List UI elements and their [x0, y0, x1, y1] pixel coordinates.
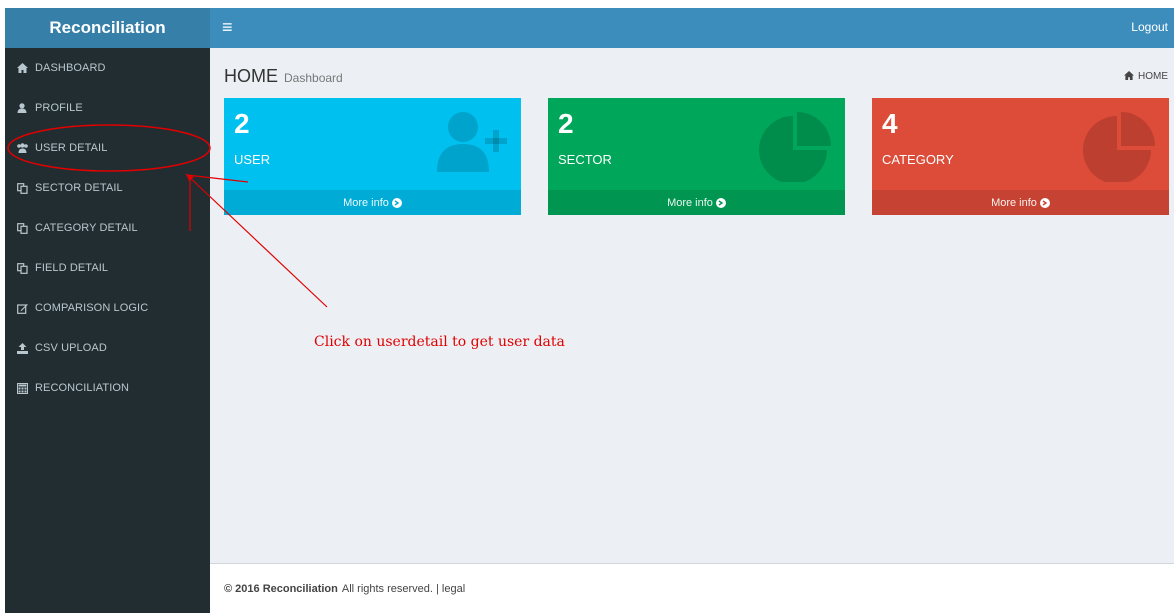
sidebar-item-label: CSV UPLOAD: [35, 342, 107, 354]
sidebar-item-user-detail[interactable]: USER DETAIL: [5, 128, 210, 168]
app-frame: Reconciliation ≡ Logout DASHBOARD PROFIL…: [5, 8, 1174, 613]
sector-stat-card: 2 SECTOR More info: [548, 98, 845, 215]
page-heading: HOME: [224, 66, 278, 86]
copy-icon: [15, 262, 29, 274]
sidebar-item-csv-upload[interactable]: CSV UPLOAD: [5, 328, 210, 368]
user-more-info-link[interactable]: More info: [224, 190, 521, 215]
sidebar-item-dashboard[interactable]: DASHBOARD: [5, 48, 210, 88]
user-icon: [15, 103, 29, 113]
user-stat-card: 2 USER More info: [224, 98, 521, 215]
home-icon: [15, 63, 29, 73]
more-info-label: More info: [343, 196, 389, 209]
page-subtitle: Dashboard: [284, 71, 343, 85]
users-icon: [15, 143, 29, 153]
page-footer: © 2016 Reconciliation All rights reserve…: [210, 563, 1174, 613]
hamburger-icon[interactable]: ≡: [222, 17, 233, 37]
logout-link[interactable]: Logout: [1131, 20, 1168, 34]
arrow-circle-right-icon: [391, 197, 402, 208]
sidebar-item-label: COMPARISON LOGIC: [35, 302, 149, 314]
page-title: HOME Dashboard: [224, 66, 343, 87]
breadcrumb-home: HOME: [1138, 71, 1168, 82]
sidebar-item-label: CATEGORY DETAIL: [35, 222, 138, 234]
sector-more-info-link[interactable]: More info: [548, 190, 845, 215]
copy-icon: [15, 182, 29, 194]
more-info-label: More info: [991, 196, 1037, 209]
upload-icon: [15, 342, 29, 354]
category-more-info-link[interactable]: More info: [872, 190, 1169, 215]
category-stat-card: 4 CATEGORY More info: [872, 98, 1169, 215]
breadcrumb[interactable]: HOME: [1124, 71, 1168, 82]
calculator-icon: [15, 382, 29, 394]
user-plus-icon: [437, 110, 507, 175]
sidebar: DASHBOARD PROFILE USER DETAIL SECTOR DET…: [5, 48, 210, 613]
sidebar-item-label: SECTOR DETAIL: [35, 182, 123, 194]
sidebar-item-sector-detail[interactable]: SECTOR DETAIL: [5, 168, 210, 208]
sidebar-item-reconciliation[interactable]: RECONCILIATION: [5, 368, 210, 408]
sidebar-item-label: DASHBOARD: [35, 62, 106, 74]
sidebar-item-profile[interactable]: PROFILE: [5, 88, 210, 128]
app-logo[interactable]: Reconciliation: [5, 8, 210, 48]
annotation-text: Click on userdetail to get user data: [314, 334, 565, 350]
sidebar-item-label: USER DETAIL: [35, 142, 108, 154]
sidebar-item-comparison-logic[interactable]: COMPARISON LOGIC: [5, 288, 210, 328]
arrow-circle-right-icon: [1039, 197, 1050, 208]
copy-icon: [15, 222, 29, 234]
pie-chart-icon: [1083, 110, 1155, 185]
app-title: Reconciliation: [49, 18, 166, 37]
sidebar-item-field-detail[interactable]: FIELD DETAIL: [5, 248, 210, 288]
pie-chart-icon: [759, 110, 831, 185]
home-icon: [1124, 71, 1134, 82]
sidebar-item-label: FIELD DETAIL: [35, 262, 109, 274]
main-content: HOME Dashboard HOME 2 USER More info 2 S…: [210, 48, 1174, 613]
copyright-text: © 2016 Reconciliation: [224, 582, 338, 595]
rights-text[interactable]: All rights reserved. | legal: [342, 583, 465, 595]
edit-icon: [15, 303, 29, 314]
sidebar-item-label: RECONCILIATION: [35, 382, 130, 394]
more-info-label: More info: [667, 196, 713, 209]
sidebar-item-label: PROFILE: [35, 102, 83, 114]
arrow-circle-right-icon: [715, 197, 726, 208]
top-navbar: ≡ Logout: [210, 8, 1174, 48]
sidebar-item-category-detail[interactable]: CATEGORY DETAIL: [5, 208, 210, 248]
